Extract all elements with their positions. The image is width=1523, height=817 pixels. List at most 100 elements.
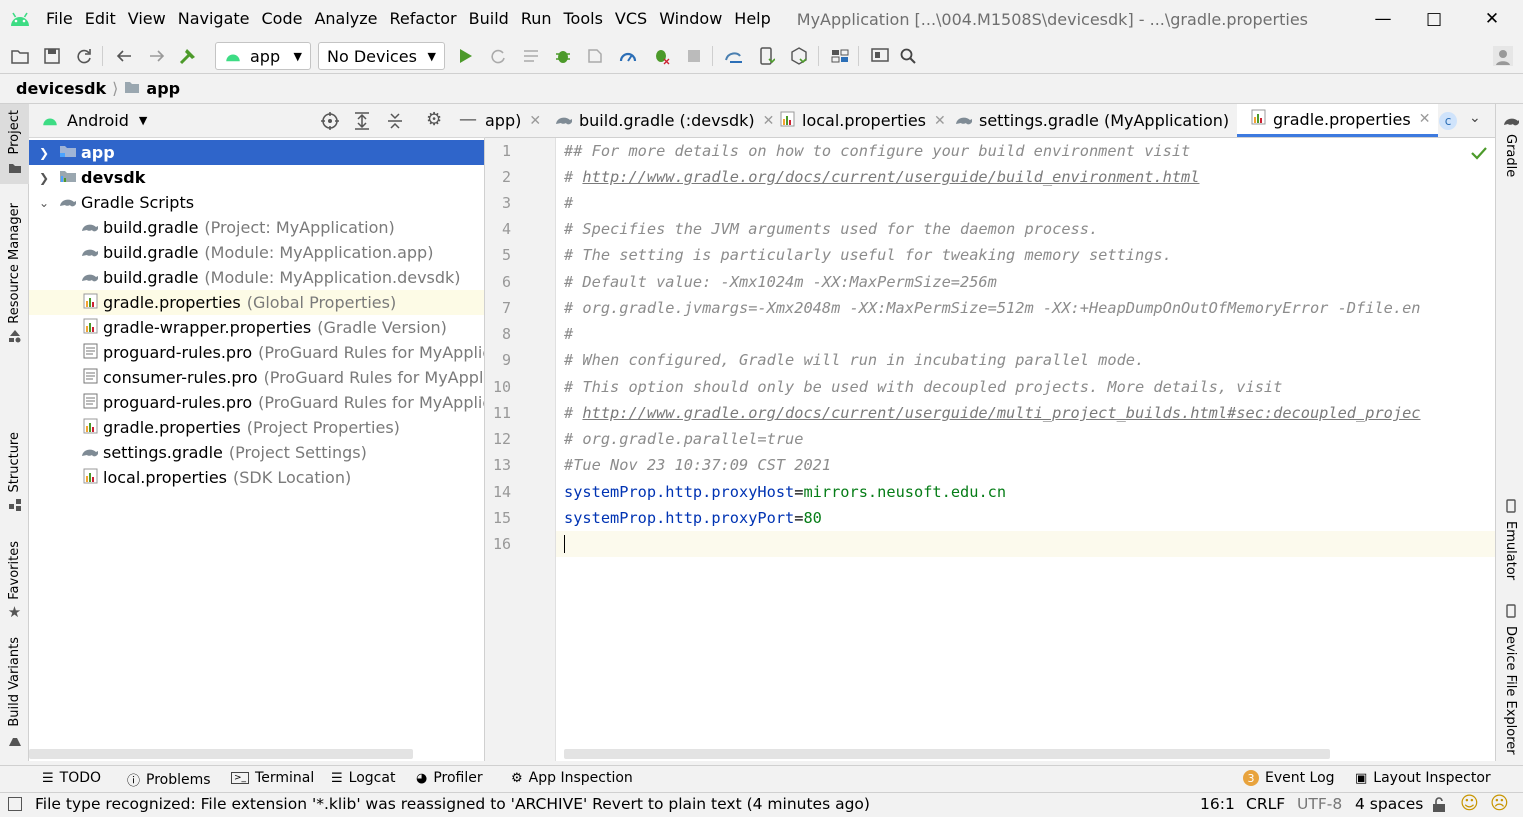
tab-build-variants[interactable]: Build Variants — [0, 637, 29, 749]
tool-problems[interactable]: ⓘ Problems — [127, 770, 211, 790]
maximize-button[interactable]: □ — [1408, 0, 1460, 38]
gear-icon[interactable]: ⚙ — [426, 109, 442, 130]
close-window-button[interactable]: ✕ — [1466, 0, 1518, 38]
tool-layout-inspector[interactable]: ▣ Layout Inspector — [1355, 770, 1491, 786]
save-all-icon[interactable] — [42, 46, 62, 66]
frown-feedback-icon[interactable]: ☹ — [1490, 793, 1509, 814]
breadcrumb-item-root[interactable]: devicesdk — [16, 79, 106, 98]
search-icon[interactable] — [898, 46, 918, 66]
tool-event-log[interactable]: 3 Event Log — [1243, 770, 1335, 786]
account-avatar-icon[interactable] — [1493, 46, 1513, 66]
docs-link[interactable]: http://www.gradle.org/docs/current/userg… — [582, 404, 1420, 422]
make-project-hammer-icon[interactable] — [178, 46, 198, 66]
breadcrumb-item-app[interactable]: app — [146, 79, 180, 98]
tree-item-build-gradle-devsdk[interactable]: build.gradle (Module: MyApplication.devs… — [29, 265, 484, 290]
toggle-tool-windows-icon[interactable] — [8, 797, 22, 811]
tab-local-properties[interactable]: local.properties ✕ — [780, 104, 946, 137]
tree-item-gradle-wrapper-properties[interactable]: gradle-wrapper.properties (Gradle Versio… — [29, 315, 484, 340]
tab-favorites[interactable]: Favorites ★ — [0, 536, 29, 626]
menu-window[interactable]: Window — [653, 0, 728, 38]
tab-resource-manager[interactable]: Resource Manager — [0, 200, 29, 350]
chevron-right-icon[interactable]: ❯ — [39, 146, 51, 160]
tool-todo[interactable]: ☰ TODO — [42, 770, 101, 786]
class-icon[interactable]: c — [1439, 112, 1457, 130]
tab-settings-gradle[interactable]: settings.gradle (MyApplication) ✕ — [955, 104, 1249, 137]
menu-run[interactable]: Run — [515, 0, 558, 38]
horizontal-scrollbar[interactable] — [564, 749, 1330, 759]
sdk-manager-icon[interactable] — [789, 46, 809, 66]
menu-vcs[interactable]: VCS — [609, 0, 653, 38]
no-problems-check-icon[interactable] — [1471, 146, 1487, 164]
tool-app-inspection[interactable]: ⚙ App Inspection — [511, 770, 633, 786]
menu-tools[interactable]: Tools — [558, 0, 609, 38]
menu-navigate[interactable]: Navigate — [172, 0, 256, 38]
stop-icon[interactable] — [684, 46, 704, 66]
chevron-right-icon[interactable]: ❯ — [39, 171, 51, 185]
debug-icon[interactable] — [553, 46, 573, 66]
sync-gradle-icon[interactable] — [724, 46, 744, 66]
tree-item-local-properties[interactable]: local.properties (SDK Location) — [29, 465, 484, 490]
tree-item-proguard-rules-2[interactable]: proguard-rules.pro (ProGuard Rules for M… — [29, 390, 484, 415]
menu-edit[interactable]: Edit — [79, 0, 122, 38]
tree-item-consumer-rules[interactable]: consumer-rules.pro (ProGuard Rules for M… — [29, 365, 484, 390]
chevron-down-icon[interactable]: ⌄ — [39, 196, 51, 210]
project-view-select[interactable]: Android — [67, 111, 129, 130]
close-tab-icon[interactable]: ✕ — [529, 113, 541, 129]
sync-icon[interactable] — [74, 46, 94, 66]
tree-item-gradle-properties-global[interactable]: gradle.properties (Global Properties) — [29, 290, 484, 315]
minimize-button[interactable]: — — [1357, 0, 1409, 38]
tool-terminal[interactable]: >_ Terminal — [231, 770, 314, 786]
run-with-coverage-icon[interactable] — [585, 46, 605, 66]
forward-icon[interactable] — [147, 46, 167, 66]
tree-item-gradle-scripts[interactable]: ⌄ Gradle Scripts — [29, 190, 484, 215]
menu-build[interactable]: Build — [463, 0, 515, 38]
expand-all-icon[interactable] — [353, 111, 371, 135]
open-folder-icon[interactable] — [10, 46, 30, 66]
collapse-all-icon[interactable] — [386, 111, 404, 135]
menu-help[interactable]: Help — [728, 0, 776, 38]
horizontal-scrollbar[interactable] — [29, 749, 413, 759]
tree-item-proguard-rules-1[interactable]: proguard-rules.pro (ProGuard Rules for M… — [29, 340, 484, 365]
profile-icon[interactable] — [618, 46, 638, 66]
tool-logcat[interactable]: ☰ Logcat — [331, 770, 395, 786]
menu-analyze[interactable]: Analyze — [308, 0, 383, 38]
indent-setting[interactable]: 4 spaces — [1355, 795, 1423, 813]
code-editor[interactable]: ## For more details on how to configure … — [556, 138, 1495, 761]
tree-item-build-gradle-project[interactable]: build.gradle (Project: MyApplication) — [29, 215, 484, 240]
attach-debugger-icon[interactable] — [651, 46, 671, 66]
menu-refactor[interactable]: Refactor — [384, 0, 463, 38]
avd-manager-icon[interactable] — [757, 46, 777, 66]
close-tab-icon[interactable]: ✕ — [763, 113, 775, 129]
chevron-down-icon[interactable]: ▼ — [139, 114, 147, 127]
tree-item-app[interactable]: ❯ app — [29, 140, 484, 165]
run-icon[interactable] — [456, 46, 476, 66]
docs-link[interactable]: http://www.gradle.org/docs/current/userg… — [582, 168, 1199, 186]
file-encoding[interactable]: UTF-8 — [1297, 795, 1342, 813]
status-message[interactable]: File type recognized: File extension '*.… — [35, 795, 870, 813]
tab-build-gradle-devsdk[interactable]: build.gradle (:devsdk) ✕ — [555, 104, 774, 137]
lock-icon[interactable] — [1432, 797, 1446, 817]
close-tab-icon[interactable]: ✕ — [1419, 111, 1431, 127]
apply-changes-icon[interactable] — [488, 46, 508, 66]
tree-item-build-gradle-app[interactable]: build.gradle (Module: MyApplication.app) — [29, 240, 484, 265]
tree-item-gradle-properties-project[interactable]: gradle.properties (Project Properties) — [29, 415, 484, 440]
project-structure-icon[interactable] — [830, 46, 850, 66]
caret-position[interactable]: 16:1 — [1200, 795, 1235, 813]
tab-gradle[interactable]: Gradle — [1496, 112, 1523, 177]
chevron-down-icon[interactable]: ⌄ — [1469, 110, 1481, 126]
locate-file-icon[interactable] — [320, 111, 340, 135]
close-tab-icon[interactable]: ✕ — [934, 113, 946, 129]
tab-gradle-properties[interactable]: gradle.properties ✕ — [1237, 104, 1439, 137]
run-configuration-select[interactable]: app ▼ — [215, 42, 311, 70]
tab-app-build-gradle[interactable]: app) ✕ — [485, 104, 541, 137]
tab-device-file-explorer[interactable]: Device File Explorer — [1496, 604, 1523, 755]
presentation-icon[interactable] — [870, 46, 890, 66]
line-separator[interactable]: CRLF — [1246, 795, 1285, 813]
hide-panel-icon[interactable]: — — [459, 109, 477, 130]
tab-project[interactable]: Project — [0, 104, 29, 184]
menu-file[interactable]: File — [40, 0, 79, 38]
back-icon[interactable] — [114, 46, 134, 66]
menu-view[interactable]: View — [122, 0, 172, 38]
tree-item-settings-gradle[interactable]: settings.gradle (Project Settings) — [29, 440, 484, 465]
menu-code[interactable]: Code — [256, 0, 309, 38]
